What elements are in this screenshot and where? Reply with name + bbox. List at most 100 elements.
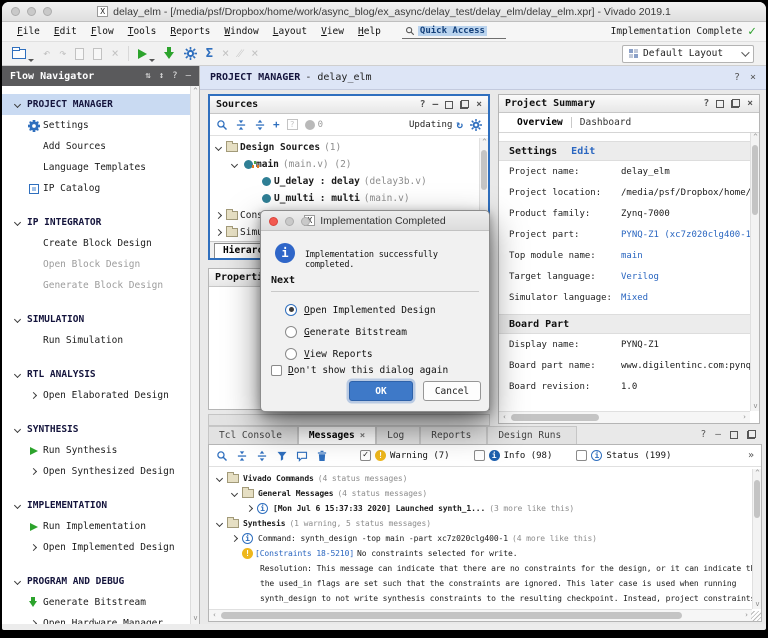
flow-navigator-item[interactable]: IP Catalog (2, 178, 190, 199)
summary-row-value[interactable]: Zynq-7000 (621, 209, 670, 219)
collapse-all-icon[interactable]: ⇅ (145, 71, 150, 81)
message-row[interactable]: the used_in flags are set such that the … (209, 576, 752, 591)
chevron-icon[interactable] (214, 144, 222, 152)
message-row[interactable]: Resolution: This message can indicate th… (209, 561, 752, 576)
checkbox[interactable] (271, 365, 282, 376)
zoom-window-icon[interactable] (43, 7, 52, 16)
console-tab[interactable]: Reports (420, 426, 487, 444)
message-row[interactable]: [Mon Jul 6 15:37:33 2020] Launched synth… (209, 501, 752, 516)
radio-icon[interactable] (285, 348, 297, 360)
expand-all-icon[interactable] (254, 119, 266, 131)
chevron-icon[interactable] (14, 426, 22, 434)
chevron-icon[interactable] (14, 371, 22, 379)
collapsed-panel-bar[interactable] (208, 414, 490, 426)
menu-item[interactable]: Window (217, 24, 265, 39)
dialog-traffic-lights[interactable] (269, 217, 310, 226)
flow-navigator-item[interactable]: PROJECT MANAGER (2, 94, 190, 115)
summary-tab[interactable]: Dashboard (571, 117, 639, 128)
flow-navigator-item[interactable]: Create Block Design (2, 233, 190, 254)
run-dropdown-icon[interactable] (149, 59, 155, 62)
message-row[interactable]: [Constraints 18-5210] No constraints sel… (209, 546, 752, 561)
flow-navigator-item[interactable] (2, 482, 190, 495)
chevron-icon[interactable] (30, 544, 38, 552)
menu-item[interactable]: File (10, 24, 47, 39)
cancel-button[interactable]: Cancel (423, 381, 481, 401)
scroll-up-icon[interactable]: ^ (481, 139, 488, 146)
flow-navigator-item[interactable]: Open Hardware Manager (2, 613, 190, 624)
chevron-icon[interactable] (14, 578, 22, 586)
delete-icon[interactable]: × (111, 47, 118, 60)
minimize-panel-icon[interactable]: – (186, 71, 191, 81)
float-icon[interactable] (460, 100, 469, 109)
flow-navigator-item[interactable]: IMPLEMENTATION (2, 495, 190, 516)
messages-horizontal-scrollbar[interactable]: ‹ › (209, 609, 752, 621)
scroll-down-icon[interactable]: v (752, 403, 759, 410)
resize-grip[interactable] (751, 611, 761, 621)
gear-icon[interactable] (470, 119, 482, 131)
chevron-icon[interactable] (14, 101, 22, 109)
project-summary-header[interactable]: Project Summary ? × (499, 95, 759, 113)
console-tab[interactable]: Design Runs (487, 426, 577, 444)
chevron-icon[interactable] (215, 520, 223, 528)
help-icon[interactable]: ? (420, 99, 426, 110)
flow-navigator-item[interactable]: Generate Bitstream (2, 592, 190, 613)
help-icon[interactable]: ? (172, 71, 177, 81)
chevron-icon[interactable] (14, 316, 22, 324)
help-icon[interactable]: ? (701, 429, 707, 440)
flow-navigator-item[interactable] (2, 199, 190, 212)
flow-navigator-item[interactable]: Open Block Design (2, 254, 190, 275)
summary-row-value[interactable]: /media/psf/Dropbox/home/wo (621, 188, 750, 198)
help-icon[interactable]: ? (734, 72, 740, 83)
flow-navigator-item[interactable] (2, 558, 190, 571)
sources-header[interactable]: Sources ? – × (210, 96, 488, 114)
scrollbar-thumb[interactable] (754, 480, 760, 518)
summary-row-value[interactable]: PYNQ-Z1 (xc7z020clg400-1) (621, 230, 750, 240)
chevron-icon[interactable] (230, 161, 238, 169)
flow-navigator-item[interactable]: Generate Block Design (2, 275, 190, 296)
minimize-icon[interactable]: – (715, 429, 721, 440)
source-tree-row[interactable]: U_multi : multi (main.v) (210, 190, 488, 207)
console-tab[interactable]: Messages × (298, 426, 376, 444)
traffic-lights[interactable] (11, 7, 52, 16)
chevron-icon[interactable] (215, 475, 223, 483)
chevron-icon[interactable] (214, 212, 222, 220)
flow-navigator-item[interactable]: Settings (2, 115, 190, 136)
scroll-right-icon[interactable]: › (743, 612, 750, 619)
message-id-link[interactable]: [Constraints 18-5210] (255, 549, 354, 558)
scrollbar-thumb[interactable] (481, 150, 487, 190)
close-window-icon[interactable] (11, 7, 20, 16)
flow-navigator-item[interactable]: PROGRAM AND DEBUG (2, 571, 190, 592)
flow-navigator-item[interactable]: Open Elaborated Design (2, 385, 190, 406)
flow-navigator-item[interactable]: Open Synthesized Design (2, 461, 190, 482)
float-icon[interactable] (747, 430, 756, 439)
source-tree-row[interactable]: U_delay : delay (delay3b.v) (210, 173, 488, 190)
menu-item[interactable]: View (314, 24, 351, 39)
edit-link[interactable]: Edit (571, 146, 595, 157)
dialog-titlebar[interactable]: X Implementation Completed (261, 211, 489, 231)
message-row[interactable]: Vivado Commands (4 status messages) (209, 471, 752, 486)
flow-navigator-item[interactable]: Run Implementation (2, 516, 190, 537)
close-tab-icon[interactable]: × (360, 431, 365, 441)
copy-icon[interactable] (75, 48, 84, 60)
menu-item[interactable]: Tools (121, 24, 164, 39)
help-icon[interactable]: ? (704, 98, 710, 109)
checkbox[interactable] (576, 450, 587, 461)
scroll-left-icon[interactable]: ‹ (501, 414, 508, 421)
radio-option[interactable]: View Reports (285, 343, 481, 365)
close-icon[interactable]: × (747, 98, 753, 109)
summary-vertical-scrollbar[interactable]: ^ v (750, 133, 759, 411)
undo-icon[interactable]: ↶ (43, 47, 50, 60)
quick-access-search[interactable]: Quick Access (402, 25, 506, 39)
chevron-icon[interactable] (14, 219, 22, 227)
flow-navigator-item[interactable]: SYNTHESIS (2, 419, 190, 440)
chevron-icon[interactable] (230, 535, 238, 543)
source-tree-row[interactable]: main (main.v) (2) (210, 156, 488, 173)
chevron-icon[interactable] (30, 620, 38, 625)
float-icon[interactable] (731, 99, 740, 108)
scroll-right-icon[interactable]: › (741, 414, 748, 421)
summary-row-value[interactable]: Verilog (621, 272, 659, 282)
summary-row-value[interactable]: delay_elm (621, 167, 670, 177)
flow-navigator-item[interactable] (2, 406, 190, 419)
flow-navigator-item[interactable]: Add Sources (2, 136, 190, 157)
search-icon[interactable] (216, 450, 228, 462)
